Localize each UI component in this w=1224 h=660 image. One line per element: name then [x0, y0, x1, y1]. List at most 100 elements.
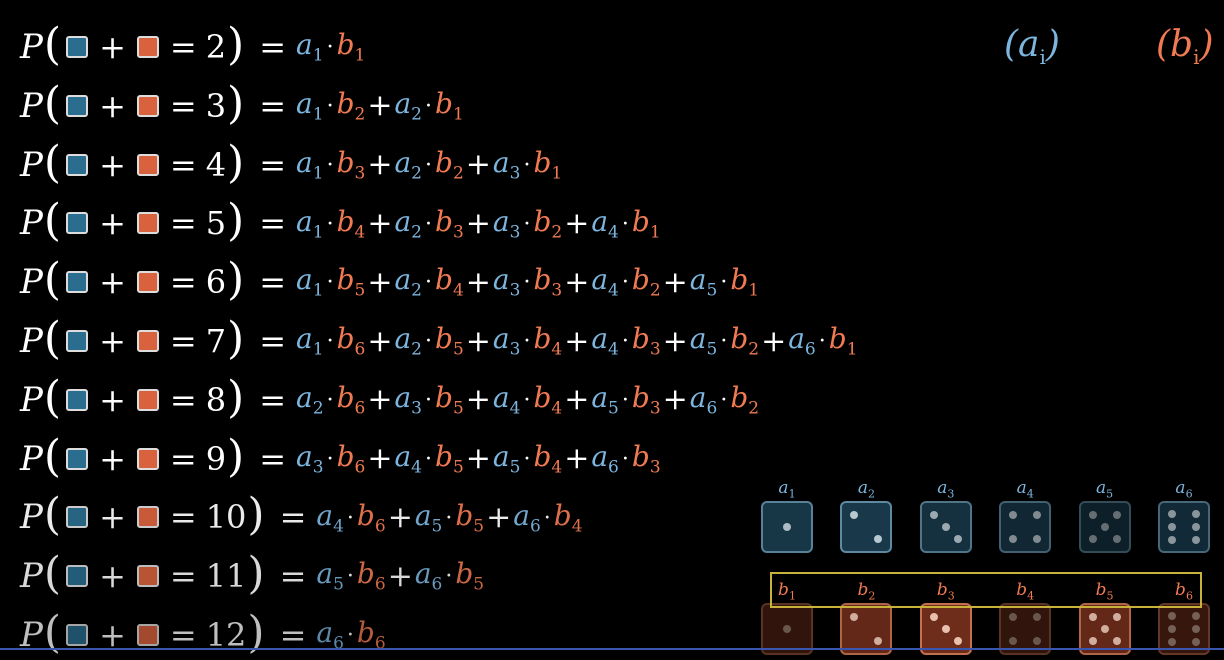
result-equals-sign: = — [259, 322, 287, 360]
result-equals-sign: = — [259, 204, 287, 243]
die-pip — [1168, 509, 1176, 518]
a-factor-sub: 6 — [529, 516, 541, 537]
a-factor-letter: a — [394, 87, 412, 120]
b-factor-letter: b — [336, 381, 355, 414]
die-pip — [953, 637, 962, 645]
equals-sign: = — [169, 86, 197, 125]
b-factor: b1 — [435, 87, 464, 125]
b-factor-letter: b — [553, 498, 572, 532]
sum-value: 5 — [205, 204, 227, 243]
b-factor-letter: b — [336, 322, 355, 356]
a-factor-sub: 1 — [312, 339, 324, 360]
blue-die-label-sub: 6 — [1185, 487, 1193, 501]
a-factor-sub: 2 — [411, 104, 422, 125]
plus-sign: + — [99, 28, 126, 66]
multiply-dot: · — [621, 329, 629, 355]
multiply-dot: · — [523, 152, 531, 178]
open-paren: ( — [43, 77, 62, 129]
equation-row-2: P(+ = 2) = a1 · b1 — [20, 22, 365, 72]
b-factor-sub: 6 — [354, 398, 366, 419]
blue-die-icon — [66, 388, 89, 411]
close-paren: ) — [247, 548, 265, 600]
equals-sign: = — [169, 263, 197, 302]
a-factor: a5 — [415, 499, 443, 537]
b-factor-sub: 6 — [374, 574, 386, 595]
blue-die-label-sub: 1 — [788, 487, 796, 501]
equals-sign: = — [169, 145, 197, 184]
probability-symbol: P — [20, 203, 43, 244]
term-plus-sign: + — [387, 499, 413, 535]
term-plus-sign: + — [564, 441, 590, 477]
die-pip — [1168, 536, 1176, 545]
a-factor-sub: 1 — [312, 222, 324, 243]
product-term: a3 · b5 — [394, 381, 463, 419]
multiply-dot: · — [346, 564, 354, 590]
multiply-dot: · — [346, 623, 354, 649]
b-factor-letter: b — [435, 322, 453, 356]
a-factor: a4 — [316, 499, 344, 537]
plus-sign: + — [99, 322, 126, 360]
term-plus-sign: + — [367, 205, 393, 241]
b-factor: b2 — [632, 263, 661, 301]
die-pip — [1009, 535, 1018, 543]
product-term: a6 · b2 — [690, 381, 759, 419]
blue-die-label-letter: a — [1016, 478, 1027, 498]
a-factor: a6 — [690, 381, 718, 419]
blue-die-icon — [66, 506, 89, 529]
die-pip — [874, 535, 883, 543]
b-factor-letter: b — [455, 498, 474, 532]
die-pip — [1088, 511, 1097, 519]
a-factor-sub: 4 — [608, 280, 619, 301]
b-factor-sub: 4 — [571, 516, 583, 537]
a-factor-sub: 2 — [312, 398, 324, 419]
b-factor: b3 — [337, 146, 366, 184]
die-pip — [1112, 613, 1121, 621]
open-paren: ( — [43, 489, 62, 541]
b-factor-sub: 6 — [354, 457, 366, 478]
a-factor: a3 — [493, 322, 521, 360]
product-term: a6 · b1 — [788, 322, 857, 360]
b-factor-sub: 1 — [452, 104, 464, 125]
a-factor-sub: 3 — [509, 222, 521, 243]
die-pip — [1192, 638, 1200, 647]
b-factor-sub: 6 — [354, 339, 366, 360]
term-plus-sign: + — [367, 441, 393, 477]
product-term: a2 · b2 — [394, 146, 463, 184]
sum-value: 4 — [205, 145, 227, 184]
b-factor-sub: 5 — [452, 457, 464, 478]
b-factor-letter: b — [533, 381, 552, 414]
product-term: a5 · b5 — [415, 499, 484, 537]
result-equals-sign: = — [259, 439, 287, 478]
product-term: a5 · b4 — [493, 440, 562, 478]
close-paren: ) — [227, 254, 245, 306]
term-plus-sign: + — [367, 264, 393, 300]
a-factor: a3 — [296, 440, 324, 478]
sum-value: 11 — [205, 557, 247, 596]
b-factor: b2 — [337, 87, 366, 125]
multiply-dot: · — [818, 329, 826, 355]
b-factor-letter: b — [435, 439, 453, 473]
b-factor: b1 — [337, 28, 366, 66]
equation-row-7: P(+ = 7) = a1 · b6 + a2 · b5 + a3 · b4 + a4 · b3 + a5 · b2 + a6 ·… — [20, 316, 858, 366]
blue-die-1 — [761, 501, 813, 553]
a-factor-letter: a — [689, 263, 707, 297]
b-factor-sub: 4 — [452, 280, 464, 301]
product-term: a3 · b4 — [493, 322, 562, 360]
b-factor-sub: 3 — [354, 163, 366, 184]
product-term: a1 · b5 — [296, 263, 365, 301]
equation-row-6: P(+ = 6) = a1 · b5 + a2 · b4 + a3 · b3 + a4 · b2 + a5 · b1 — [20, 257, 759, 307]
a-factor-letter: a — [492, 381, 510, 414]
open-paren: ( — [43, 371, 62, 423]
b-factor: b2 — [730, 322, 759, 360]
b-factor: b3 — [632, 440, 661, 478]
term-plus-sign: + — [367, 323, 393, 359]
die-pip — [1192, 509, 1200, 518]
b-factor-letter: b — [533, 204, 552, 238]
a-factor-sub: 2 — [411, 339, 422, 360]
b-factor: b4 — [435, 263, 464, 301]
product-term: a1 · b3 — [296, 146, 365, 184]
red-die-icon — [136, 388, 159, 411]
result-equals-sign: = — [279, 498, 307, 537]
product-term: a2 · b4 — [394, 263, 463, 301]
product-term: a6 · b5 — [415, 557, 484, 595]
